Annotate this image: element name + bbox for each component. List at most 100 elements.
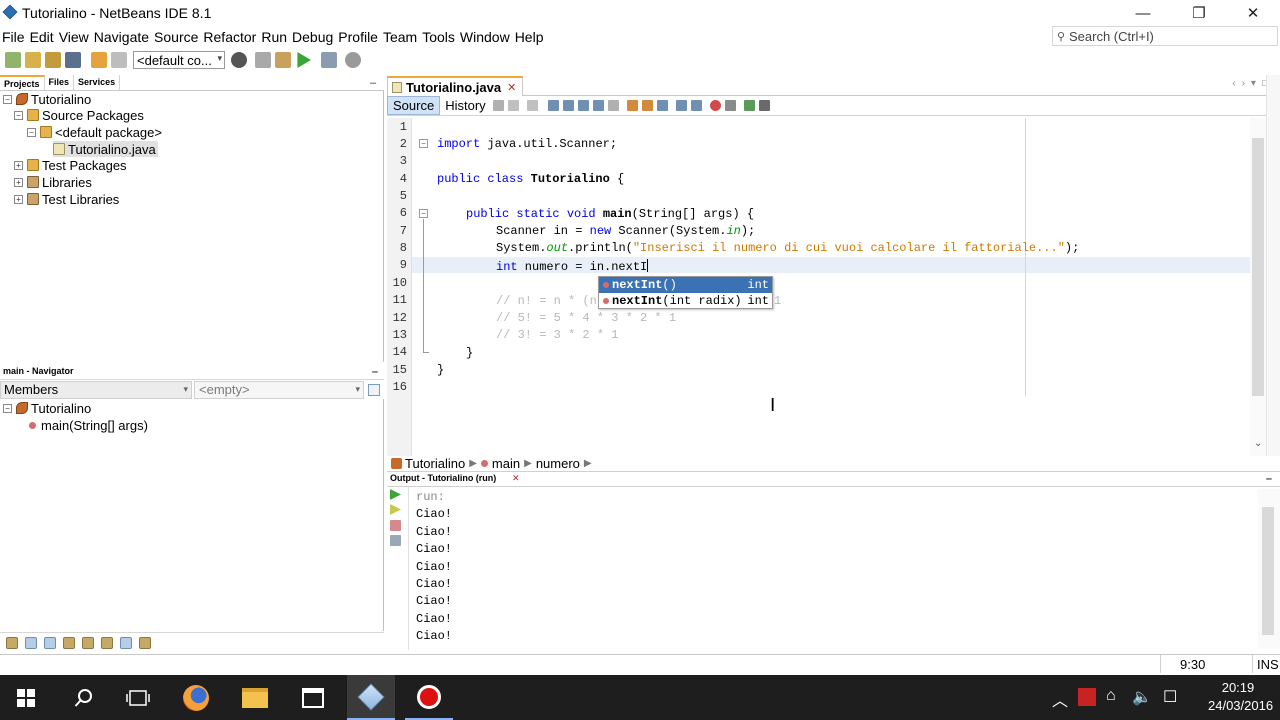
close-tab-icon[interactable]: ✕ [512,473,520,484]
tab-projects[interactable]: Projects [0,75,45,90]
filter-icon[interactable] [25,636,37,649]
stop-icon[interactable] [390,520,401,531]
rerun-icon[interactable] [390,489,401,500]
fold-collapse-icon[interactable]: − [419,209,428,218]
collapse-icon[interactable]: − [3,94,12,104]
tree-node-test-packages[interactable]: + Test Packages [14,157,127,173]
task-view-button[interactable] [114,675,162,720]
build-icon[interactable] [255,52,271,68]
source-button[interactable]: Source [387,96,441,115]
menu-file[interactable]: File [0,29,28,45]
tab-services[interactable]: Services [74,75,121,90]
toggle-search-icon[interactable] [607,100,619,111]
sort-icon[interactable] [120,636,132,649]
start-macro-icon[interactable] [709,100,721,111]
history-button[interactable]: History [440,96,490,115]
store-button[interactable] [289,675,337,720]
new-project-icon[interactable] [25,52,41,68]
menu-window[interactable]: Window [458,29,513,45]
file-explorer-button[interactable] [231,675,279,720]
redo-icon[interactable] [111,52,127,68]
filter-icon[interactable] [82,636,94,649]
menu-profile[interactable]: Profile [336,29,381,45]
configuration-select[interactable]: <default co... ▾ [133,51,225,69]
menu-edit[interactable]: Edit [28,29,57,45]
breadcrumb-item[interactable]: main ▶ [477,456,532,471]
firefox-button[interactable] [172,675,220,720]
find-icon[interactable] [547,100,559,111]
debug-icon[interactable] [321,52,337,68]
menu-source[interactable]: Source [152,29,201,45]
minimize-panel-icon[interactable]: – [1266,473,1272,485]
previous-bookmark-icon[interactable] [626,100,638,111]
antivirus-icon[interactable] [1078,688,1096,706]
run-icon[interactable] [297,52,311,68]
close-tab-icon[interactable]: ✕ [507,81,516,94]
breadcrumb-item[interactable]: numero ▶ [532,456,592,471]
comment-icon[interactable] [743,100,755,111]
menu-view[interactable]: View [57,29,92,45]
output-title[interactable]: Output - Tutorialino (run) [390,473,496,483]
stop-macro-icon[interactable] [724,100,736,111]
members-select[interactable]: Members ▾ [0,380,192,399]
navigator-options-icon[interactable] [368,383,380,396]
tree-node-libraries[interactable]: + Libraries [14,174,92,190]
tree-node-test-libraries[interactable]: + Test Libraries [14,191,119,207]
find-previous-icon[interactable] [562,100,574,111]
filter-icon[interactable] [101,636,113,649]
expand-icon[interactable]: + [14,160,23,170]
fold-collapse-icon[interactable]: − [419,139,428,148]
recorder-button[interactable] [405,675,453,720]
tree-node-project[interactable]: − Tutorialino [3,91,91,107]
shift-left-icon[interactable] [675,100,687,111]
undo-icon[interactable] [91,52,107,68]
scroll-down-icon[interactable]: ⌄ [1254,438,1262,449]
sort-icon[interactable] [139,636,151,649]
restore-button[interactable]: ❐ [1176,0,1222,26]
collapse-icon[interactable]: − [14,110,23,120]
output-scrollbar-thumb[interactable] [1262,507,1274,635]
minimize-button[interactable]: — [1120,0,1166,26]
close-button[interactable]: ✕ [1230,0,1276,26]
nav-node-class[interactable]: − Tutorialino [3,400,91,416]
filter-select[interactable]: <empty> ▾ [194,380,364,399]
tab-tutorialino-java[interactable]: Tutorialino.java ✕ [387,76,524,96]
profile-icon[interactable] [345,52,361,68]
nav-node-method[interactable]: main(String[] args) [29,417,148,433]
menu-help[interactable]: Help [513,29,547,45]
volume-icon[interactable]: 🔈 [1132,687,1152,707]
output-console[interactable]: run: Ciao! Ciao! Ciao! Ciao! Ciao! Ciao!… [412,489,1250,649]
minimize-panel-icon[interactable]: – [372,366,378,378]
last-edit-icon[interactable] [492,100,504,111]
network-icon[interactable]: ⌂ [1106,687,1116,705]
settings-icon[interactable] [390,535,401,546]
clean-build-icon[interactable] [275,52,291,68]
menu-debug[interactable]: Debug [290,29,336,45]
output-scrollbar[interactable] [1258,489,1280,649]
filter-icon[interactable] [63,636,75,649]
forward-icon[interactable] [526,100,538,111]
rerun-with-options-icon[interactable] [390,504,401,515]
notifications-icon[interactable]: ☐ [1163,687,1177,707]
open-project-icon[interactable] [45,52,61,68]
clock[interactable]: 20:19 24/03/2016 [1208,679,1273,715]
new-file-icon[interactable] [5,52,21,68]
filter-icon[interactable] [44,636,56,649]
filter-icon[interactable] [6,636,18,649]
completion-item[interactable]: nextInt (int radix) int [599,293,772,309]
tree-node-source-packages[interactable]: − Source Packages [14,107,144,123]
save-all-icon[interactable] [65,52,81,68]
find-next-icon[interactable] [577,100,589,111]
menu-team[interactable]: Team [381,29,420,45]
back-icon[interactable] [507,100,519,111]
editor-scrollbar-thumb[interactable] [1252,138,1264,396]
next-bookmark-icon[interactable] [641,100,653,111]
shift-right-icon[interactable] [690,100,702,111]
chevron-up-icon[interactable]: ︿ [1052,687,1068,711]
netbeans-taskbar-button[interactable] [347,675,395,720]
minimize-panel-icon[interactable]: – [370,77,376,89]
start-button[interactable] [2,675,50,720]
collapse-icon[interactable]: − [27,127,36,137]
expand-icon[interactable]: + [14,177,23,187]
toggle-bookmark-icon[interactable] [656,100,668,111]
